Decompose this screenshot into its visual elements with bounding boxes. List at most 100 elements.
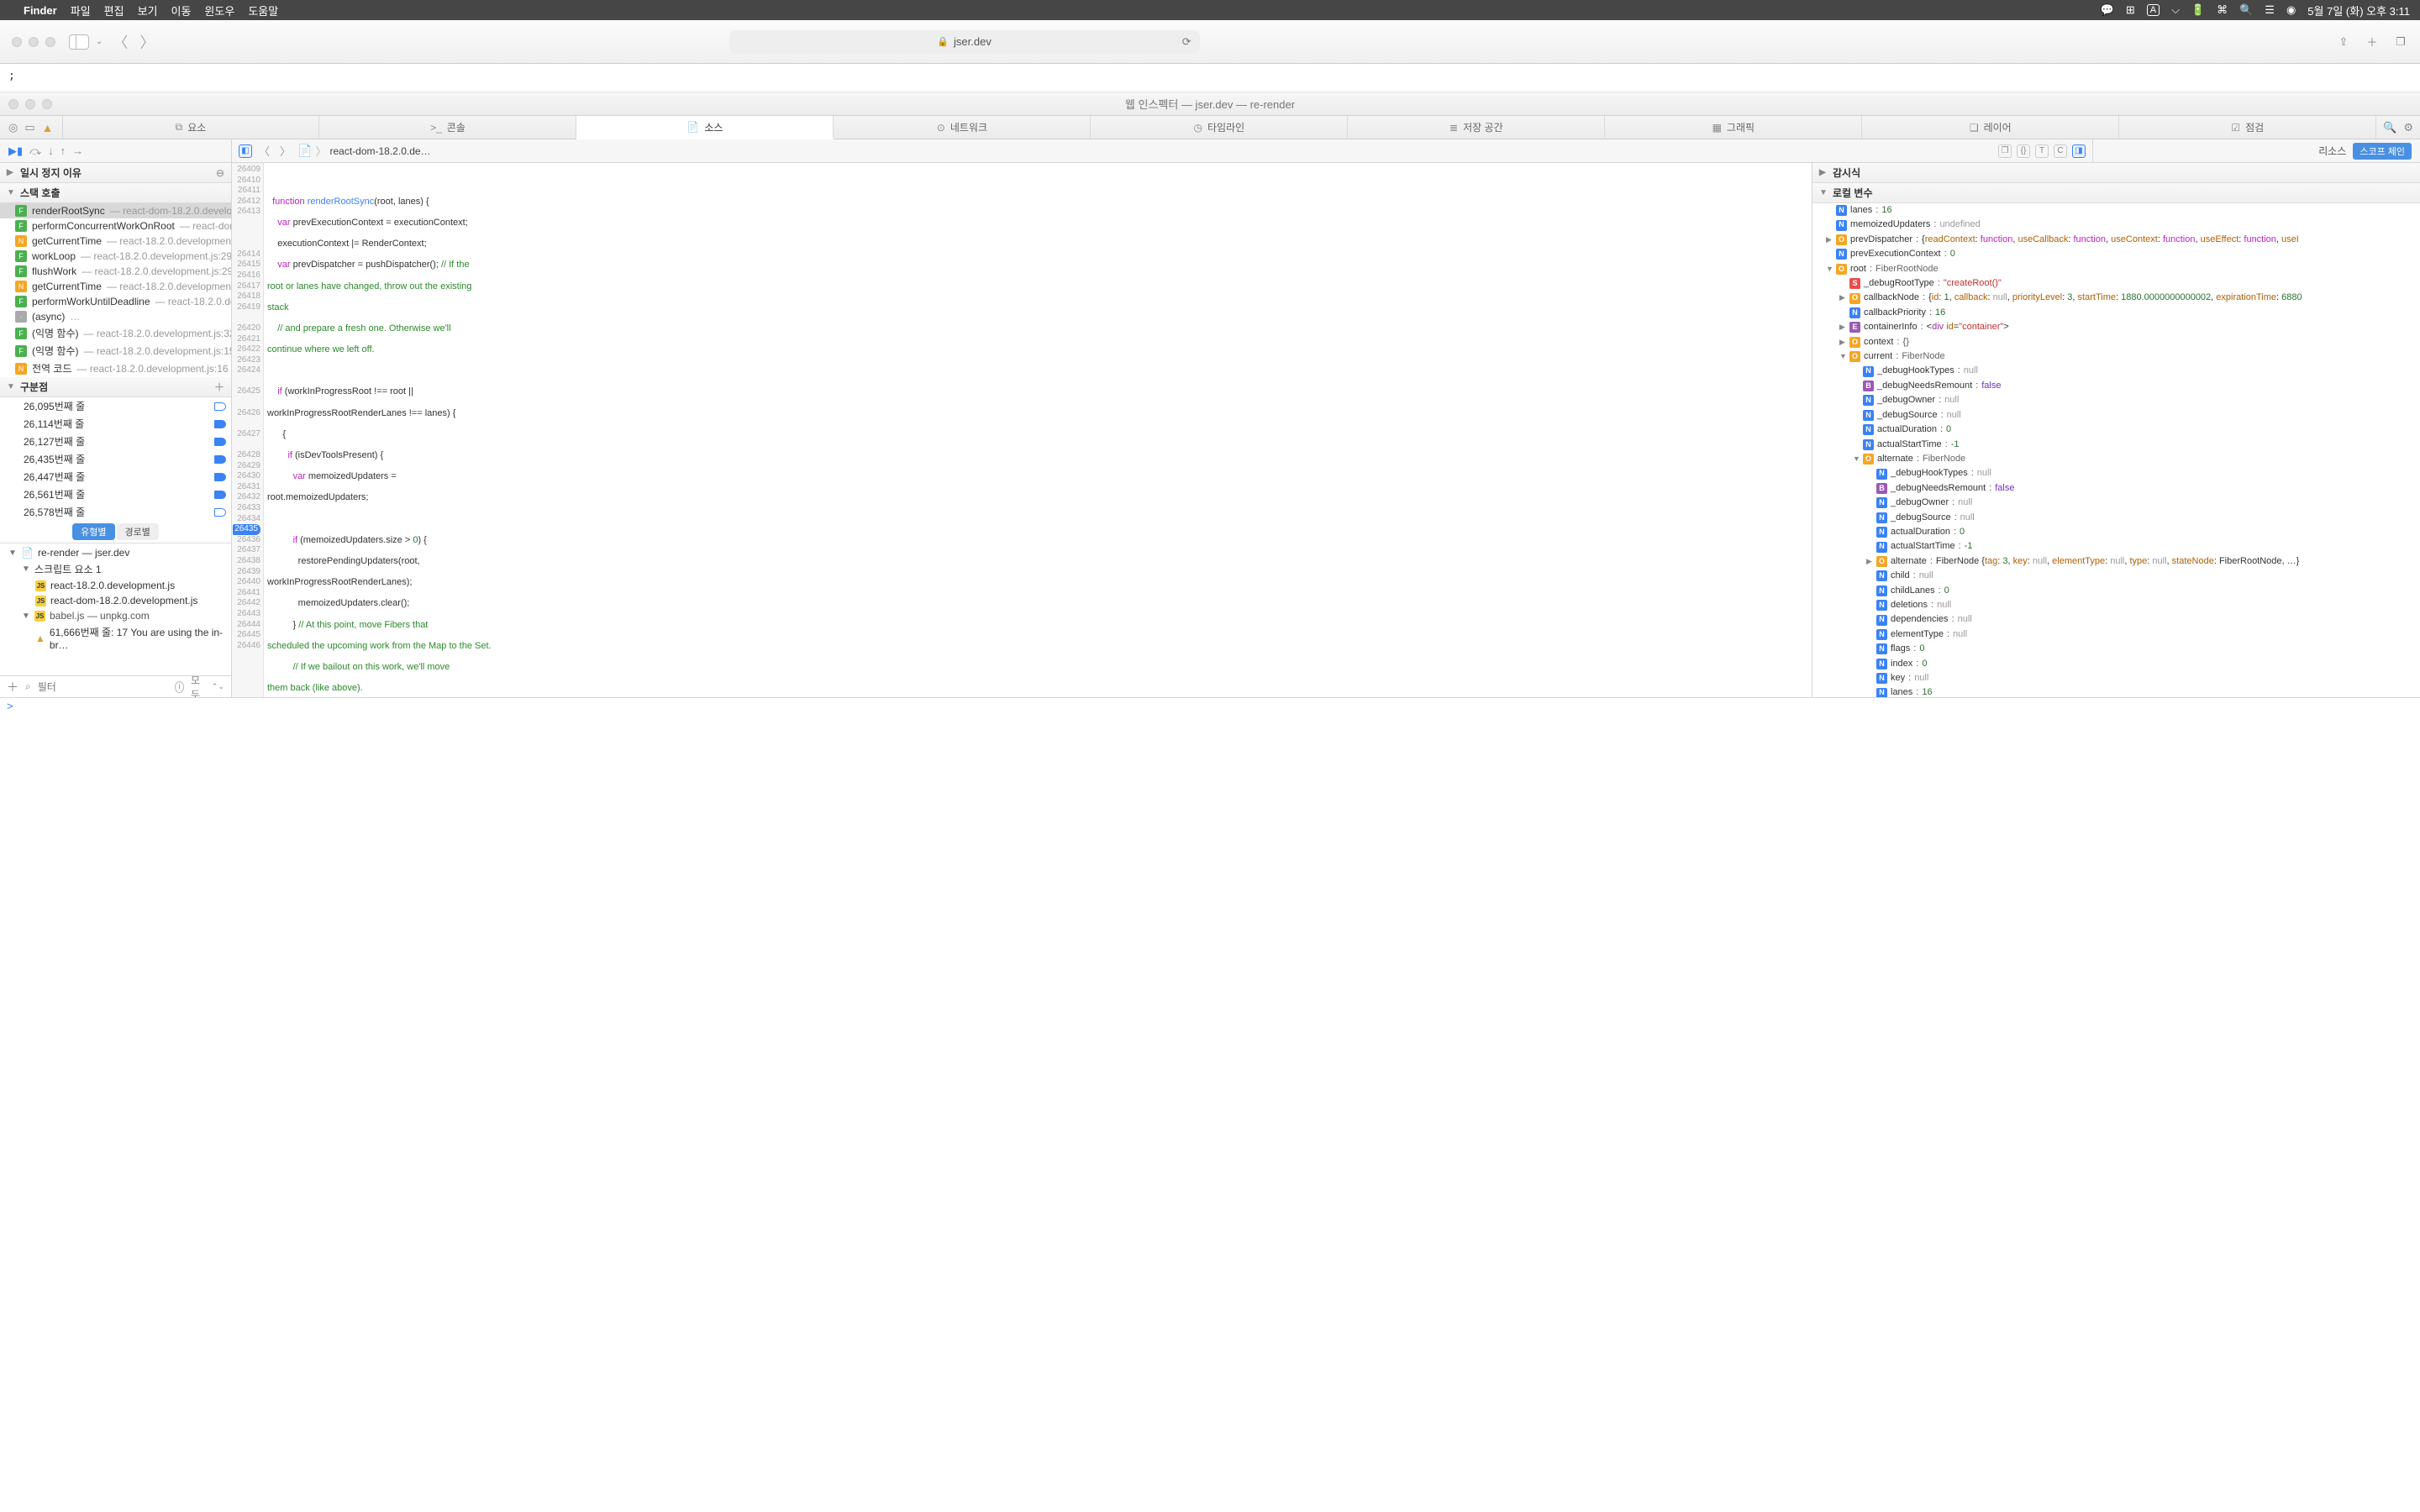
call-stack-item[interactable]: FworkLoop — react-18.2.0.development.js:… bbox=[0, 249, 231, 264]
tab-sources[interactable]: 📄소스 bbox=[576, 116, 834, 139]
scope-variable-row[interactable]: ▶N_debugSource: null bbox=[1812, 408, 2420, 423]
expand-icon[interactable]: ▶ bbox=[1826, 234, 1833, 246]
tab-elements[interactable]: ⧉요소 bbox=[63, 116, 320, 139]
breakpoint-marker-icon[interactable] bbox=[214, 455, 226, 464]
sidebar-toggle-icon[interactable] bbox=[69, 34, 89, 50]
traffic-lights[interactable] bbox=[12, 37, 55, 47]
scope-variable-row[interactable]: ▶Nlanes: 16 bbox=[1812, 685, 2420, 697]
source-code[interactable]: function renderRootSync(root, lanes) { v… bbox=[264, 163, 1812, 697]
tab-audit[interactable]: ☑점검 bbox=[2119, 116, 2376, 139]
tree-babel-js[interactable]: ▼JSbabel.js — unpkg.com bbox=[0, 608, 231, 623]
scope-variable-row[interactable]: ▶Nkey: null bbox=[1812, 671, 2420, 685]
scope-variable-row[interactable]: ▶NelementType: null bbox=[1812, 627, 2420, 642]
breakpoint-item[interactable]: 26,114번째 줄 bbox=[0, 415, 231, 433]
scope-variable-row[interactable]: ▶NactualStartTime: -1 bbox=[1812, 539, 2420, 554]
breakpoint-marker-icon[interactable] bbox=[214, 491, 226, 499]
scope-variable-row[interactable]: ▶B_debugNeedsRemount: false bbox=[1812, 379, 2420, 393]
console-prompt-bar[interactable]: > bbox=[0, 697, 2420, 714]
call-stack-item[interactable]: F(익명 함수) — react-18.2.0.development.js:1… bbox=[0, 342, 231, 360]
zoom-dot[interactable] bbox=[45, 37, 55, 47]
breakpoint-marker-icon[interactable] bbox=[214, 438, 226, 446]
call-stack-item[interactable]: F(익명 함수) — react-18.2.0.development.js:3… bbox=[0, 324, 231, 342]
message-icon[interactable]: 💬 bbox=[2101, 3, 2114, 17]
filter-input[interactable] bbox=[38, 681, 168, 693]
warning-icon[interactable]: ▲ bbox=[42, 121, 54, 134]
resources-label[interactable]: 리소스 bbox=[2318, 144, 2346, 158]
scope-variable-row[interactable]: ▶Nindex: 0 bbox=[1812, 657, 2420, 671]
copy-icon[interactable]: ❐ bbox=[1998, 144, 2012, 158]
traffic-lights[interactable] bbox=[8, 99, 52, 109]
minimize-dot[interactable] bbox=[25, 99, 35, 109]
scope-chain-button[interactable]: 스코프 체인 bbox=[2353, 143, 2412, 160]
expand-icon[interactable]: ▶ bbox=[1866, 555, 1873, 568]
call-stack-item[interactable]: FperformConcurrentWorkOnRoot — react-dom… bbox=[0, 218, 231, 234]
tree-react-js[interactable]: JSreact-18.2.0.development.js bbox=[0, 578, 231, 593]
scope-variable-row[interactable]: ▶N_debugHookTypes: null bbox=[1812, 466, 2420, 480]
call-stack-item[interactable]: NgetCurrentTime — react-18.2.0.developme… bbox=[0, 234, 231, 249]
call-stack-item[interactable]: NgetCurrentTime — react-18.2.0.developme… bbox=[0, 279, 231, 294]
scope-variable-row[interactable]: ▶NactualDuration: 0 bbox=[1812, 525, 2420, 539]
collapse-icon[interactable]: ▼ bbox=[1853, 453, 1860, 465]
step-icon[interactable]: → bbox=[72, 144, 83, 157]
scope-variable-row[interactable]: ▶OcallbackNode: {id: 1, callback: null, … bbox=[1812, 291, 2420, 305]
expand-icon[interactable]: ▶ bbox=[1839, 291, 1846, 304]
chevron-up-down-icon[interactable]: ⌃⌄ bbox=[212, 682, 224, 691]
datetime[interactable]: 5월 7일 (화) 오후 3:11 bbox=[2307, 3, 2410, 18]
line-gutter[interactable]: 2640926410264112641226413264142641526416… bbox=[232, 163, 264, 697]
collapse-icon[interactable]: ▼ bbox=[1839, 350, 1846, 363]
wifi-icon[interactable]: ⌘ bbox=[2217, 3, 2228, 17]
grid-icon[interactable]: ⊞ bbox=[2126, 3, 2135, 17]
scope-variable-row[interactable]: ▶Ndependencies: null bbox=[1812, 612, 2420, 627]
breakpoint-marker-icon[interactable] bbox=[214, 420, 226, 428]
close-dot[interactable] bbox=[12, 37, 22, 47]
settings-icon[interactable]: ⚙ bbox=[2403, 121, 2413, 134]
scope-variable-row[interactable]: ▶N_debugOwner: null bbox=[1812, 393, 2420, 407]
siri-icon[interactable]: ◉ bbox=[2286, 3, 2296, 17]
scope-variable-row[interactable]: ▶Ocontext: {} bbox=[1812, 335, 2420, 349]
scope-variable-row[interactable]: ▶NprevExecutionContext: 0 bbox=[1812, 247, 2420, 261]
device-icon[interactable]: ▭ bbox=[24, 121, 34, 134]
input-source-icon[interactable]: A bbox=[2147, 4, 2160, 16]
chevron-down-icon[interactable]: ⌄ bbox=[96, 37, 103, 46]
breakpoint-item[interactable]: 26,435번째 줄 bbox=[0, 450, 231, 468]
scope-variable-row[interactable]: ▶N_debugSource: null bbox=[1812, 511, 2420, 525]
scope-variable-row[interactable]: ▶Oalternate: FiberNode {tag: 3, key: nul… bbox=[1812, 554, 2420, 569]
tab-network[interactable]: ⊙네트워크 bbox=[834, 116, 1091, 139]
breakpoint-item[interactable]: 26,561번째 줄 bbox=[0, 486, 231, 503]
braces-icon[interactable]: {} bbox=[2017, 144, 2030, 158]
back-button[interactable]: 〈 bbox=[111, 31, 129, 53]
by-type-button[interactable]: 유형별 bbox=[72, 523, 114, 540]
local-vars-header[interactable]: ▼로컬 변수 bbox=[1812, 183, 2420, 203]
clear-icon[interactable]: ⊖ bbox=[216, 167, 224, 179]
scope-variable-row[interactable]: ▶NmemoizedUpdaters: undefined bbox=[1812, 218, 2420, 232]
call-stack-item[interactable]: FflushWork — react-18.2.0.development.js… bbox=[0, 264, 231, 279]
breadcrumb[interactable]: 📄 〉 react-dom-18.2.0.de… bbox=[297, 143, 431, 159]
left-pane-toggle-icon[interactable]: ◧ bbox=[239, 144, 252, 158]
search-icon[interactable]: 🔍 bbox=[2239, 3, 2253, 17]
tab-console[interactable]: >_콘솔 bbox=[319, 116, 576, 139]
battery-icon[interactable]: 🔋 bbox=[2191, 3, 2205, 17]
scope-variable-row[interactable]: ▶NcallbackPriority: 16 bbox=[1812, 306, 2420, 320]
breakpoint-item[interactable]: 26,127번째 줄 bbox=[0, 433, 231, 450]
info-icon[interactable]: i bbox=[175, 681, 184, 693]
breakpoints-header[interactable]: ▼구분점＋ bbox=[0, 377, 231, 397]
forward-button[interactable]: 〉 bbox=[138, 31, 156, 53]
tree-react-dom-js[interactable]: JSreact-dom-18.2.0.development.js bbox=[0, 593, 231, 608]
breakpoint-marker-icon[interactable] bbox=[214, 508, 226, 517]
breakpoint-item[interactable]: 26,447번째 줄 bbox=[0, 468, 231, 486]
scope-variable-tree[interactable]: ▶Nlanes: 16 ▶NmemoizedUpdaters: undefined… bbox=[1812, 203, 2420, 697]
pause-reason-header[interactable]: ▶일시 정지 이유⊖ bbox=[0, 163, 231, 183]
close-dot[interactable] bbox=[8, 99, 18, 109]
scope-variable-row[interactable]: ▶NactualDuration: 0 bbox=[1812, 423, 2420, 437]
menu-help[interactable]: 도움말 bbox=[248, 3, 278, 18]
tabs-overview-icon[interactable]: ❐ bbox=[2393, 34, 2408, 50]
call-stack-header[interactable]: ▼스택 호출 bbox=[0, 183, 231, 203]
by-path-button[interactable]: 경로별 bbox=[117, 523, 159, 540]
scope-variable-row[interactable]: ▶NactualStartTime: -1 bbox=[1812, 438, 2420, 452]
expand-icon[interactable]: ▶ bbox=[1839, 336, 1846, 349]
add-breakpoint-icon[interactable]: ＋ bbox=[214, 380, 224, 394]
zoom-dot[interactable] bbox=[42, 99, 52, 109]
tree-warning[interactable]: ▲61,666번째 줄: 17 You are using the in-br… bbox=[0, 623, 231, 653]
step-over-icon[interactable]: ⤼ bbox=[29, 144, 41, 158]
call-stack-item[interactable]: N전역 코드 — react-18.2.0.development.js:16 bbox=[0, 360, 231, 377]
